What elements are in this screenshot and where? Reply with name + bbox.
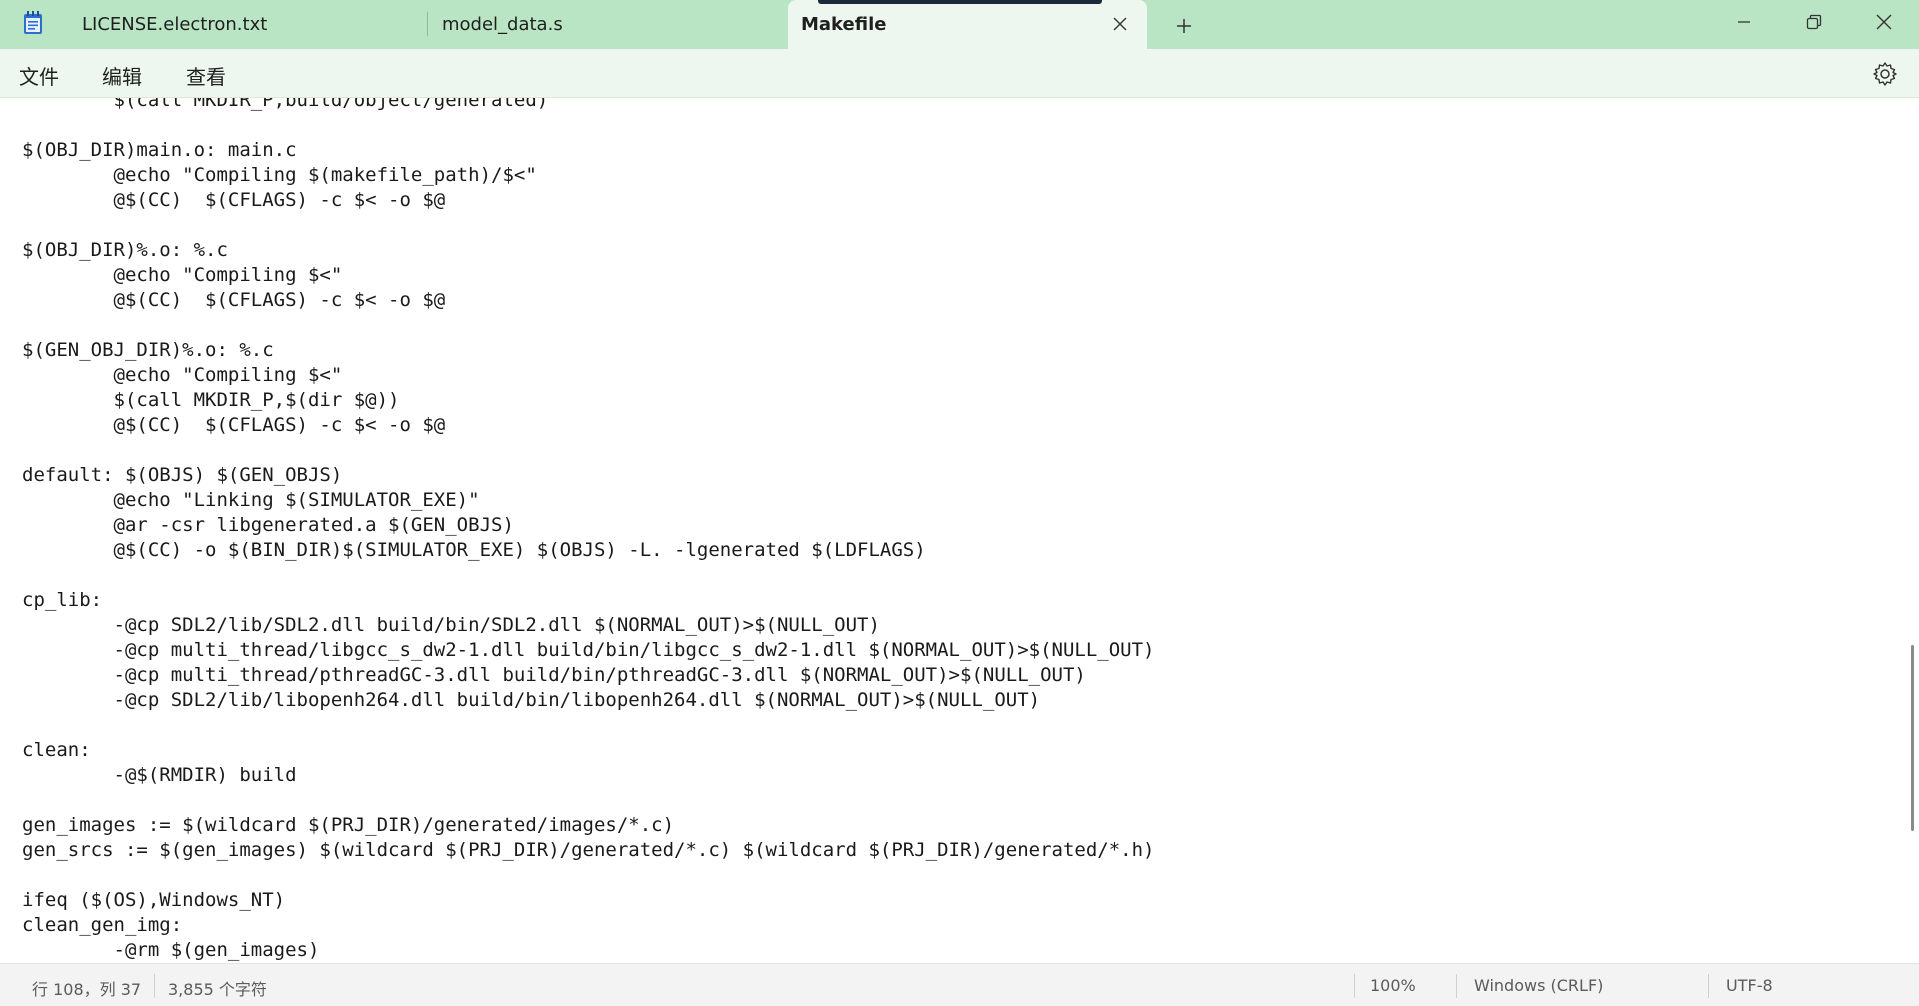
tab-label: LICENSE.electron.txt xyxy=(82,14,268,35)
close-window-button[interactable] xyxy=(1849,0,1919,44)
scrollbar-thumb[interactable] xyxy=(1911,645,1914,831)
menu-edit[interactable]: 编辑 xyxy=(98,59,146,92)
text-editor[interactable]: $(call MKDIR_P,build/object/generated) $… xyxy=(0,98,1906,963)
cursor-position: 行 108，列 37 xyxy=(32,980,142,999)
close-icon xyxy=(1876,14,1892,30)
tab-model-data[interactable]: model_data.s xyxy=(418,0,786,49)
status-divider xyxy=(1708,974,1709,998)
restore-button[interactable] xyxy=(1779,0,1849,44)
tab-makefile[interactable]: Makefile xyxy=(788,0,1147,49)
status-divider xyxy=(1354,974,1355,998)
vertical-scrollbar[interactable] xyxy=(1906,98,1919,963)
menu-file[interactable]: 文件 xyxy=(15,59,63,92)
restore-icon xyxy=(1806,14,1822,30)
editor-content[interactable]: $(call MKDIR_P,build/object/generated) $… xyxy=(22,98,1154,963)
status-divider xyxy=(154,974,155,998)
status-divider xyxy=(1456,974,1457,998)
notepad-icon xyxy=(24,11,42,34)
plus-icon xyxy=(1177,19,1191,33)
title-bar: LICENSE.electron.txt model_data.s Makefi… xyxy=(0,0,1919,49)
menu-bar: 文件 编辑 查看 xyxy=(0,49,1919,98)
close-tab-button[interactable] xyxy=(1109,13,1131,35)
tab-label: Makefile xyxy=(801,14,887,35)
close-icon xyxy=(1113,17,1127,31)
menu-view[interactable]: 查看 xyxy=(182,59,230,92)
tab-focus-indicator xyxy=(818,0,1102,4)
status-bar: 行 108，列 37 3,855 个字符 100% Windows (CRLF)… xyxy=(0,963,1919,1006)
notepad-window: LICENSE.electron.txt model_data.s Makefi… xyxy=(0,0,1919,1006)
encoding[interactable]: UTF-8 xyxy=(1726,976,1773,995)
character-count: 3,855 个字符 xyxy=(168,980,267,999)
new-tab-button[interactable] xyxy=(1168,12,1200,40)
tab-license-electron[interactable]: LICENSE.electron.txt xyxy=(58,0,426,49)
zoom-level[interactable]: 100% xyxy=(1370,976,1416,995)
gear-icon[interactable] xyxy=(1872,61,1898,87)
tab-label: model_data.s xyxy=(442,14,563,35)
line-ending[interactable]: Windows (CRLF) xyxy=(1474,976,1603,995)
minimize-button[interactable] xyxy=(1709,0,1779,44)
minimize-icon xyxy=(1738,21,1750,23)
